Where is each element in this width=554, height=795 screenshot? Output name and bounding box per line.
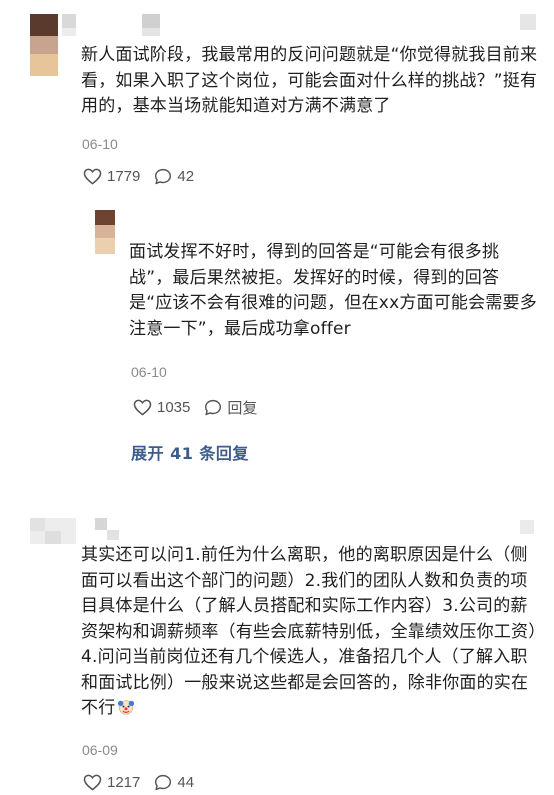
like-button[interactable]: 1217 xyxy=(83,774,140,791)
reply-button[interactable]: 42 xyxy=(154,168,194,185)
reply-count: 42 xyxy=(177,168,195,185)
reply-text: 面试发挥不好时，得到的回答是“可能会有很多挑战”，最后果然被拒。发挥好的时候，得… xyxy=(129,242,537,339)
reply-date: 06-10 xyxy=(131,364,167,380)
reply-actions: 1035 回复 xyxy=(133,397,257,418)
like-button[interactable]: 1035 xyxy=(133,399,190,416)
username-mosaic xyxy=(95,518,107,530)
heart-icon xyxy=(133,399,152,416)
avatar[interactable] xyxy=(30,14,58,76)
comment-actions: 1217 44 xyxy=(83,774,194,791)
reply-button[interactable]: 44 xyxy=(154,774,194,791)
comment-text: 新人面试阶段，我最常用的反问问题就是“你觉得就我目前来看，如果入职了这个岗位，可… xyxy=(81,45,538,116)
heart-icon xyxy=(83,168,102,185)
username-mosaic xyxy=(107,530,119,540)
username-mosaic xyxy=(520,14,536,30)
reply-label: 回复 xyxy=(227,400,258,417)
like-count: 1217 xyxy=(107,774,141,791)
username-mosaic xyxy=(142,14,160,28)
expand-replies-link[interactable]: 展开 41 条回复 xyxy=(131,440,249,464)
username-mosaic xyxy=(142,28,160,36)
comment-bubble-icon xyxy=(155,774,172,791)
avatar[interactable] xyxy=(30,518,76,544)
clown-face-icon xyxy=(118,700,135,715)
avatar[interactable] xyxy=(95,210,115,254)
comment-bubble-icon xyxy=(155,168,172,185)
username-mosaic xyxy=(62,14,76,28)
reply-button[interactable]: 回复 xyxy=(204,397,257,418)
username-mosaic xyxy=(62,28,76,36)
username-mosaic xyxy=(520,520,534,534)
like-count: 1779 xyxy=(107,168,141,185)
comment-actions: 1779 42 xyxy=(83,168,194,185)
heart-icon xyxy=(83,774,102,791)
comment-date: 06-10 xyxy=(82,136,118,152)
like-button[interactable]: 1779 xyxy=(83,168,140,185)
comment-bubble-icon xyxy=(205,399,222,416)
like-count: 1035 xyxy=(157,399,191,416)
comment-text: 其实还可以问1.前任为什么离职，他的离职原因是什么（侧面可以看出这个部门的问题）… xyxy=(81,543,541,722)
reply-count: 44 xyxy=(177,774,195,791)
comment-body: 其实还可以问1.前任为什么离职，他的离职原因是什么（侧面可以看出这个部门的问题）… xyxy=(81,545,537,718)
comment-date: 06-09 xyxy=(82,742,118,758)
